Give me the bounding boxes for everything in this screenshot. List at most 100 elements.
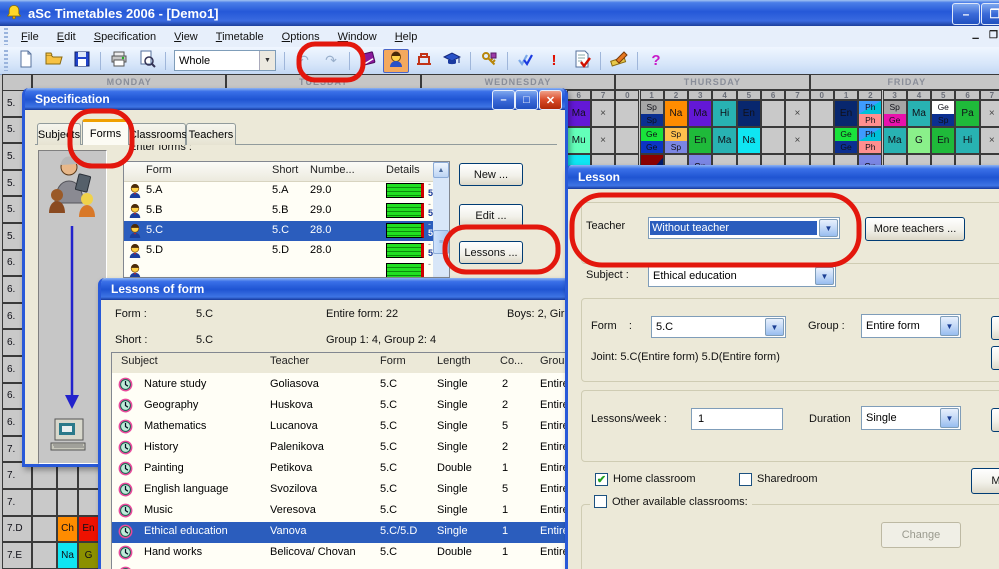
timetable-cell[interactable]: SpSp [664,127,688,154]
menu-item-view[interactable]: View [165,27,207,47]
timetable-cell[interactable] [761,127,785,154]
spec-close-button[interactable]: ✕ [539,90,562,110]
grid-empty-cell[interactable] [32,489,57,516]
timetable-cell[interactable]: G [907,127,931,154]
tab-subjects[interactable]: Subjects [37,123,81,145]
column-header-details[interactable]: Details [386,164,420,176]
lessons-week-input[interactable]: 1 [691,408,783,430]
timetable-cell[interactable]: Hi [712,100,736,127]
chevron-down-icon[interactable]: ▼ [259,51,275,70]
subject-select[interactable]: Ethical education ▼ [648,265,836,287]
timetable-cell[interactable] [761,100,785,127]
lessons-button[interactable]: Lessons ... [459,241,523,264]
column-header-co[interactable]: Co... [500,355,523,367]
forms-list-scrollbar[interactable]: ▲≡ [433,162,449,277]
minimize-button[interactable]: – [952,3,980,25]
column-header-length[interactable]: Length [437,355,471,367]
timetable-cell[interactable] [810,127,834,154]
timetable-cell[interactable]: Ch [57,516,78,543]
timetable-cell[interactable]: × [591,127,615,154]
chevron-down-icon[interactable]: ▼ [940,408,959,428]
forms-list-row[interactable]: 5.D5.D28.0-5 [124,241,449,261]
timetable-cell[interactable] [810,100,834,127]
undo-toolbar-button[interactable]: ↶ [290,49,316,73]
menu-drag-grip[interactable] [4,28,8,45]
timetable-cell[interactable]: × [980,127,999,154]
more-teachers-button[interactable]: More teachers ... [865,217,965,241]
clipped-button-3[interactable] [991,408,999,432]
spec-maximize-button[interactable]: □ [515,90,538,110]
timetable-cell[interactable]: × [785,100,809,127]
timetable-cell[interactable]: En [688,127,712,154]
timetable-cell[interactable]: En [737,100,761,127]
form-select[interactable]: 5.C ▼ [651,316,786,338]
timetable-cell[interactable]: En [931,127,955,154]
tab-classrooms[interactable]: Classrooms [130,123,186,145]
timetable-cell[interactable]: Ma [883,127,907,154]
sharedroom-checkbox[interactable] [739,473,752,486]
mdi-restore-button[interactable]: ❐ [989,30,998,41]
timetable-cell[interactable]: SpSp [640,100,664,127]
save-toolbar-button[interactable] [69,49,95,73]
menu-item-file[interactable]: File [12,27,48,47]
grid-empty-cell[interactable] [32,542,57,569]
change-button[interactable]: Change [881,522,961,548]
timetable-cell[interactable] [615,127,639,154]
column-header-subject[interactable]: Subject [121,355,158,367]
menu-item-help[interactable]: Help [386,27,427,47]
print-preview-toolbar-button[interactable] [134,49,160,73]
restore-button[interactable]: ❐ [981,3,999,25]
chevron-down-icon[interactable]: ▼ [815,267,834,285]
scroll-thumb[interactable]: ≡ [433,230,449,254]
menu-item-options[interactable]: Options [273,27,329,47]
menu-item-window[interactable]: Window [329,27,386,47]
verify-check-toolbar-button[interactable] [513,49,539,73]
chevron-down-icon[interactable]: ▼ [940,316,959,336]
toolbar-drag-grip[interactable] [4,50,8,72]
timetable-cell[interactable]: SpGe [883,100,907,127]
timetable-cell[interactable]: Na [664,100,688,127]
column-header-short[interactable]: Short [272,164,298,176]
column-header-teacher[interactable]: Teacher [270,355,309,367]
chevron-down-icon[interactable]: ▼ [819,219,838,237]
new-document-toolbar-button[interactable] [13,49,39,73]
timetable-cell[interactable]: En [834,100,858,127]
forms-list-row[interactable]: 5.B5.B29.0-5 [124,201,449,221]
clipped-button-2[interactable] [991,346,999,370]
clipped-button-1[interactable] [991,316,999,340]
tab-teachers[interactable]: Teachers [186,123,236,145]
column-header-form[interactable]: Form [146,164,172,176]
timetable-cell[interactable]: Ma [712,127,736,154]
report-check-toolbar-button[interactable] [569,49,595,73]
forms-list-row[interactable]: 5.A5.A29.0-5 [124,181,449,201]
forms-list-row[interactable]: - [124,261,449,278]
timetable-cell[interactable]: GeGe [640,127,664,154]
timetable-cell[interactable]: Ma [567,100,591,127]
timetable-cell[interactable]: Pa [955,100,979,127]
keychain-toolbar-button[interactable] [476,49,502,73]
timetable-cell[interactable]: Na [57,542,78,569]
tab-forms[interactable]: Forms [82,119,129,145]
timetable-cell[interactable]: GeSp [931,100,955,127]
help-question-toolbar-button[interactable]: ? [643,49,669,73]
subjects-book-toolbar-button[interactable] [355,49,381,73]
classrooms-desk-toolbar-button[interactable] [411,49,437,73]
edit-button[interactable]: Edit ... [459,204,523,227]
column-header-numbe[interactable]: Numbe... [310,164,355,176]
timetable-cell[interactable]: × [980,100,999,127]
timetable-cell[interactable]: × [591,100,615,127]
chevron-down-icon[interactable]: ▼ [765,318,784,336]
timetable-cell[interactable]: Mu [567,127,591,154]
mdi-minimize-button[interactable]: – [972,30,979,45]
timetable-cell[interactable]: En [78,516,99,543]
other-classrooms-checkbox[interactable] [594,495,607,508]
column-header-form[interactable]: Form [380,355,406,367]
spec-minimize-button[interactable]: – [492,90,515,110]
forms-list-row[interactable]: 5.C5.C28.0-5 [124,221,449,241]
home-classroom-checkbox[interactable]: ✔ [595,473,608,486]
warning-exclamation-toolbar-button[interactable]: ! [541,49,567,73]
open-folder-toolbar-button[interactable] [41,49,67,73]
grid-empty-cell[interactable] [57,489,78,516]
timetable-cell[interactable]: Na [737,127,761,154]
timetable-cell[interactable]: × [785,127,809,154]
